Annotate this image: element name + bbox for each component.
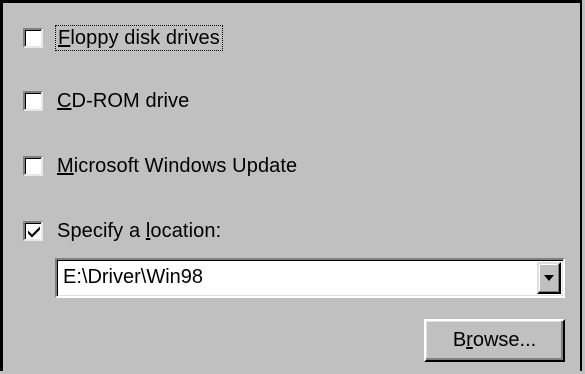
- floppy-checkbox[interactable]: [23, 28, 43, 48]
- focus-rectangle: Floppy disk drives: [55, 24, 223, 51]
- dialog-panel: [0, 0, 582, 371]
- chevron-down-icon: [544, 275, 554, 281]
- location-combobox[interactable]: E:\Driver\Win98: [55, 258, 565, 298]
- windows-update-option[interactable]: Microsoft Windows Update: [23, 151, 297, 181]
- cdrom-label[interactable]: CD-ROM drive: [57, 90, 189, 113]
- checkmark-icon: [28, 226, 40, 238]
- browse-button[interactable]: Br owse...: [424, 319, 565, 362]
- specify-location-label[interactable]: Specify a location:: [57, 220, 221, 243]
- specify-location-checkbox[interactable]: [23, 221, 43, 241]
- windows-update-checkbox[interactable]: [23, 156, 43, 176]
- windows-update-label[interactable]: Microsoft Windows Update: [57, 155, 297, 178]
- location-value[interactable]: E:\Driver\Win98: [63, 266, 203, 289]
- dropdown-button[interactable]: [537, 262, 561, 294]
- floppy-label[interactable]: Floppy disk drives: [55, 24, 223, 51]
- floppy-option[interactable]: Floppy disk drives: [23, 23, 223, 53]
- specify-location-option[interactable]: Specify a location:: [23, 216, 221, 246]
- cdrom-checkbox[interactable]: [23, 91, 43, 111]
- cdrom-option[interactable]: CD-ROM drive: [23, 86, 189, 116]
